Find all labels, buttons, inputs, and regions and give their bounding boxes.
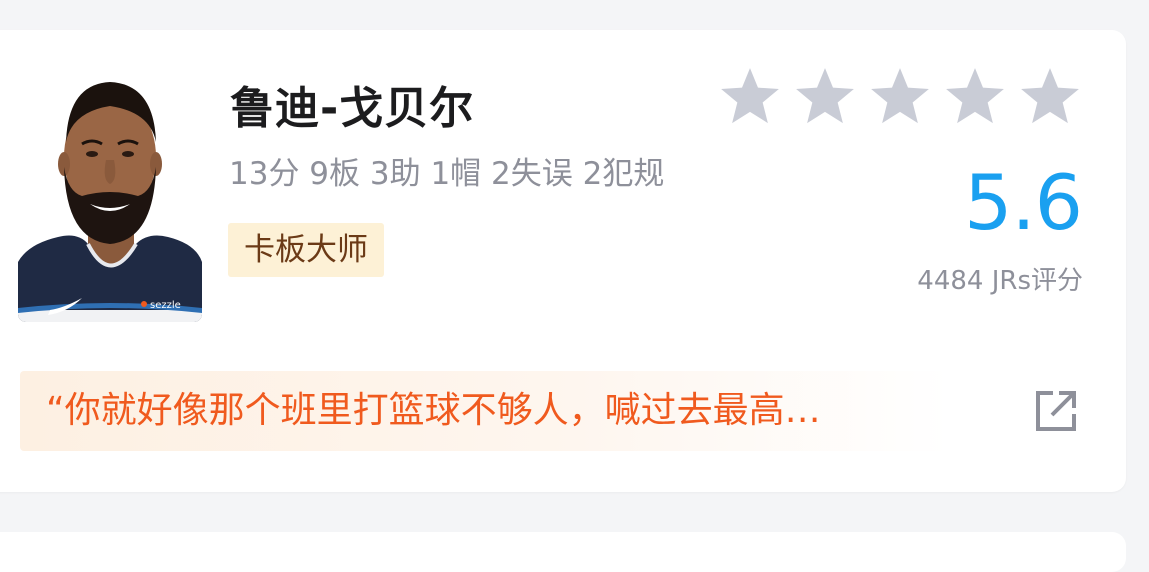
sponsor-label: sezzle — [150, 300, 181, 311]
star-rating[interactable] — [717, 64, 1083, 130]
hot-comment[interactable]: “你就好像那个班里打篮球不够人，喊过去最高… — [20, 371, 950, 451]
star-icon[interactable] — [942, 64, 1008, 130]
average-score: 5.6 — [964, 158, 1083, 247]
star-icon[interactable] — [1017, 64, 1083, 130]
player-name: 鲁迪-戈贝尔 — [230, 83, 475, 134]
player-tag-badge: 卡板大师 — [228, 223, 384, 277]
next-card — [0, 532, 1126, 572]
share-external-icon[interactable] — [1033, 388, 1079, 434]
star-icon[interactable] — [792, 64, 858, 130]
rater-count: 4484 JRs评分 — [917, 266, 1083, 296]
player-stat-line: 13分 9板 3助 1帽 2失误 2犯规 — [229, 156, 665, 192]
star-icon[interactable] — [867, 64, 933, 130]
player-avatar: sezzle — [18, 72, 202, 322]
star-icon[interactable] — [717, 64, 783, 130]
